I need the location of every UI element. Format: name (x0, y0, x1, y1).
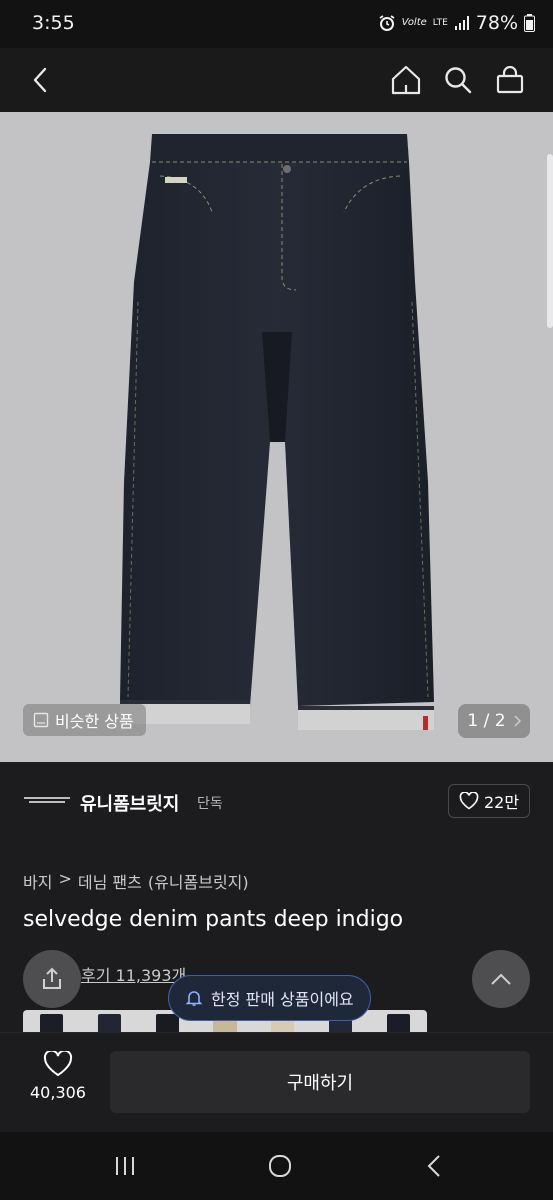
product-info: 유니폼브릿지 단독 22만 바지 > 데님 팬츠 (유니폼브릿지) selved… (0, 762, 553, 1050)
bell-icon (185, 991, 203, 1006)
lte-indicator: LTE (432, 17, 448, 28)
cart-button[interactable] (488, 58, 532, 102)
heart-icon (459, 792, 479, 810)
wishlist-button[interactable]: 40,306 (14, 1051, 102, 1117)
brand-like-button[interactable]: 22만 (448, 784, 530, 818)
breadcrumb: 바지 > 데님 팬츠 (유니폼브릿지) (23, 869, 249, 893)
breadcrumb-subcategory[interactable]: 데님 팬츠 (78, 869, 142, 893)
recent-apps-button[interactable] (105, 1150, 145, 1182)
buy-button[interactable]: 구매하기 (110, 1051, 530, 1113)
image-pager[interactable]: 1 / 2 (458, 704, 530, 738)
similar-icon (33, 712, 49, 728)
shopping-bag-icon (496, 66, 524, 94)
search-icon (445, 67, 472, 94)
system-nav-bar (0, 1132, 553, 1200)
wishlist-count: 40,306 (30, 1083, 86, 1102)
back-button[interactable] (18, 58, 62, 102)
volte-indicator: Volte (401, 17, 427, 28)
limited-sale-notice: 한정 판매 상품이에요 (168, 975, 371, 1021)
product-title: selvedge denim pants deep indigo (23, 907, 404, 932)
home-icon (391, 65, 421, 95)
exclusive-tag: 단독 (197, 796, 223, 812)
brand-logo[interactable] (24, 790, 70, 810)
purchase-bar: 40,306 구매하기 (0, 1032, 553, 1132)
image-pager-label: 1 / 2 (467, 711, 506, 731)
status-bar: 3:55 Volte LTE 78% (0, 0, 553, 48)
product-image-carousel[interactable]: 비슷한 상품 1 / 2 (0, 112, 553, 762)
home-button[interactable] (384, 58, 428, 102)
brand-like-count: 22만 (483, 793, 520, 812)
back-nav-button[interactable] (414, 1150, 454, 1182)
chevron-left-icon (33, 67, 47, 93)
scroll-indicator[interactable] (547, 154, 553, 328)
battery-percent: 78% (475, 12, 518, 34)
chevron-up-icon (491, 973, 511, 985)
breadcrumb-brand[interactable]: (유니폼브릿지) (148, 869, 249, 893)
product-image-jeans (120, 134, 434, 730)
home-nav-button[interactable] (260, 1150, 300, 1182)
search-button[interactable] (436, 58, 480, 102)
status-time: 3:55 (32, 12, 75, 34)
heart-icon (43, 1051, 73, 1077)
battery-icon (524, 14, 535, 32)
alarm-icon (379, 15, 395, 31)
recent-apps-icon (116, 1157, 134, 1175)
limited-sale-text: 한정 판매 상품이에요 (211, 990, 354, 1009)
back-icon (427, 1155, 440, 1177)
breadcrumb-category[interactable]: 바지 (23, 869, 52, 893)
signal-icon (454, 16, 469, 30)
similar-products-button[interactable]: 비슷한 상품 (23, 704, 146, 736)
scroll-to-top-button[interactable] (472, 950, 530, 1008)
status-icons: Volte LTE 78% (378, 12, 535, 34)
app-header (0, 48, 553, 112)
home-circle-icon (269, 1155, 291, 1177)
chevron-right-icon (514, 715, 521, 727)
breadcrumb-separator: > (58, 869, 72, 888)
similar-products-label: 비슷한 상품 (55, 712, 134, 731)
share-button[interactable] (23, 950, 81, 1008)
review-count[interactable]: 후기 11,393개 (81, 962, 186, 986)
share-icon (43, 967, 61, 989)
brand-name[interactable]: 유니폼브릿지 (80, 790, 179, 816)
